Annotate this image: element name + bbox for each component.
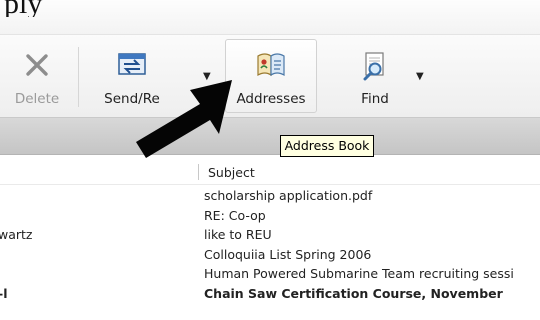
message-row[interactable]: wartz like to REU [0,225,540,245]
message-subject: RE: Co-op [204,207,266,223]
message-subject: Colloquiia List Spring 2006 [204,246,372,262]
message-row-unread[interactable]: -l Chain Saw Certification Course, Novem… [0,284,540,304]
address-book-tooltip: Address Book [280,135,374,157]
address-book-icon [255,50,287,82]
toolbar: Delete Send/Re ▼ Addresses Find ▼ [0,35,540,118]
black-arrow-pointer-icon [120,78,250,172]
message-subject: Chain Saw Certification Course, November [204,285,503,301]
message-list-header: Subject [0,160,540,185]
delete-label: Delete [14,91,60,107]
message-row[interactable]: scholarship application.pdf [0,186,540,206]
message-row[interactable]: Human Powered Submarine Team recruiting … [0,264,540,284]
find-button[interactable]: Find [340,39,410,113]
delete-x-icon [23,51,51,83]
toolbar-separator [78,47,79,107]
message-from: -l [0,285,8,301]
folder-bar [0,118,540,155]
message-list: scholarship application.pdf RE: Co-op wa… [0,186,540,303]
page-top-text: ply [4,0,43,17]
message-subject: like to REU [204,227,272,242]
message-row[interactable]: RE: Co-op [0,206,540,226]
find-dropdown-icon[interactable]: ▼ [416,71,424,82]
find-label: Find [361,91,389,107]
delete-button[interactable]: Delete [6,39,68,113]
message-from: wartz [0,227,33,242]
message-subject: scholarship application.pdf [204,188,373,203]
message-row[interactable]: Colloquiia List Spring 2006 [0,245,540,265]
find-magnifier-icon [360,51,390,85]
message-subject: Human Powered Submarine Team recruiting … [204,266,514,281]
